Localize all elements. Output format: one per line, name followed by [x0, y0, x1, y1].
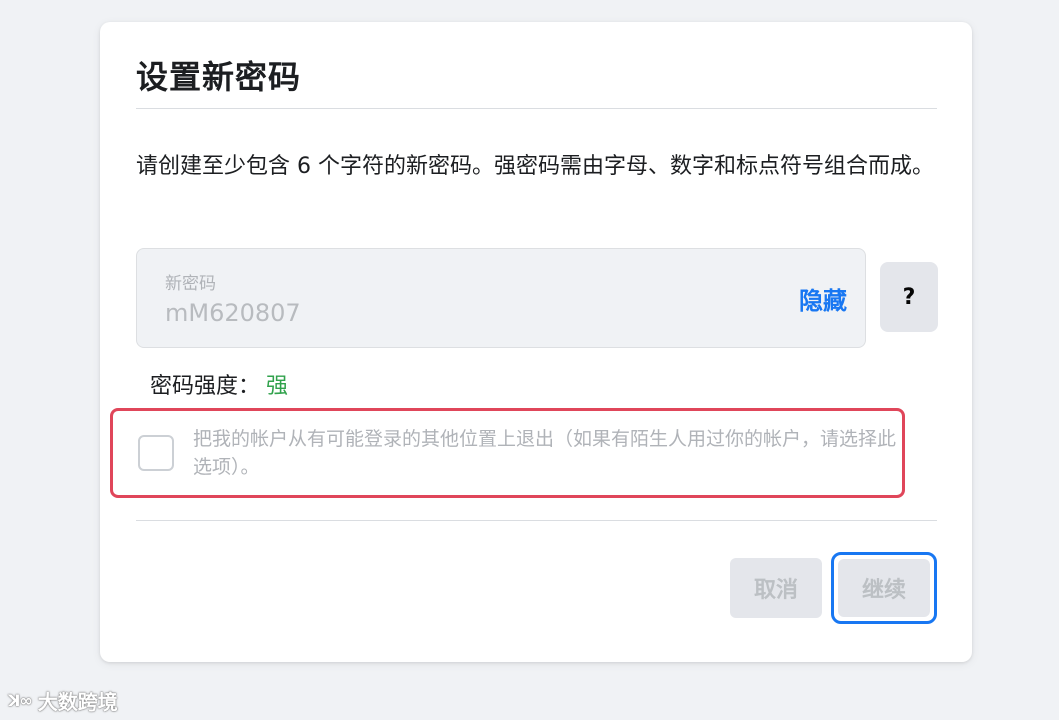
- hide-password-toggle[interactable]: 隐藏: [799, 281, 847, 316]
- header-divider: [136, 108, 937, 109]
- dialog-description: 请创建至少包含 6 个字符的新密码。强密码需由字母、数字和标点符号组合而成。: [136, 154, 934, 179]
- password-strength-value: 强: [266, 374, 289, 399]
- watermark-logo-icon: ꓘ∞: [8, 691, 33, 710]
- logout-other-sessions-text: 把我的帐户从有可能登录的其他位置上退出（如果有陌生人用过你的帐户，请选择此选项）…: [193, 428, 897, 478]
- password-strength: 密码强度：强: [150, 368, 288, 400]
- question-mark-icon: ?: [902, 284, 916, 310]
- footer-divider: [136, 520, 937, 521]
- dialog-title: 设置新密码: [136, 58, 302, 96]
- logout-other-sessions-checkbox[interactable]: [138, 435, 174, 471]
- set-password-dialog: 设置新密码 请创建至少包含 6 个字符的新密码。强密码需由字母、数字和标点符号组…: [100, 22, 972, 662]
- new-password-label: 新密码: [165, 274, 216, 294]
- password-strength-label: 密码强度：: [150, 374, 261, 399]
- new-password-input[interactable]: mM620807: [165, 299, 301, 327]
- watermark: ꓘ∞ 大数跨境: [8, 686, 118, 715]
- cancel-button[interactable]: 取消: [730, 558, 822, 618]
- password-help-button[interactable]: ?: [880, 262, 938, 332]
- new-password-field[interactable]: 新密码 mM620807 隐藏: [136, 248, 866, 348]
- logout-other-sessions-option: 把我的帐户从有可能登录的其他位置上退出（如果有陌生人用过你的帐户，请选择此选项）…: [110, 408, 905, 498]
- watermark-text: 大数跨境: [37, 690, 118, 714]
- continue-button[interactable]: 继续: [831, 552, 937, 624]
- continue-button-label: 继续: [838, 559, 930, 617]
